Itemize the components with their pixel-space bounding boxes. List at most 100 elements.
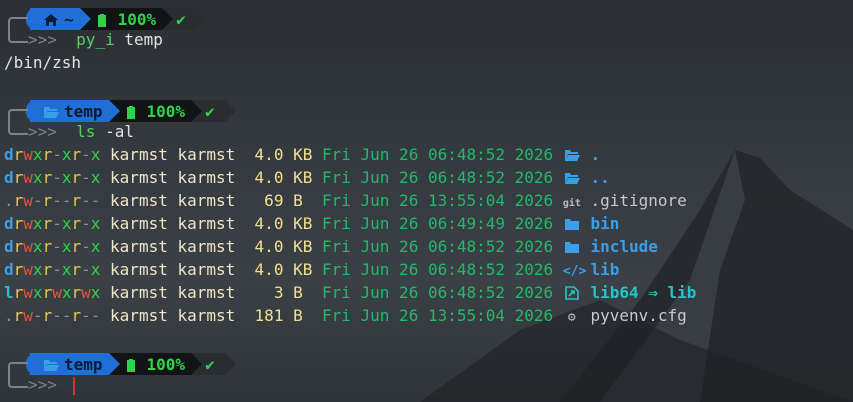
prompt-frame-line bbox=[8, 362, 28, 388]
prompt-dir-segment: temp bbox=[30, 100, 109, 122]
list-item[interactable]: drwxr-xr-x karmst karmst 4.0 KB Fri Jun … bbox=[4, 212, 619, 235]
file-size-unit: KB bbox=[283, 168, 313, 187]
symlink-icon bbox=[563, 281, 581, 304]
permissions: lrwxrwxrwx bbox=[4, 283, 101, 302]
file-size-unit: KB bbox=[283, 237, 313, 256]
prompt-dir: temp bbox=[64, 354, 103, 374]
permissions: drwxr-xr-x bbox=[4, 145, 101, 164]
file-size-unit: B bbox=[283, 306, 313, 325]
file-name: lib bbox=[580, 260, 620, 279]
prompt-battery-segment: 100% bbox=[108, 100, 192, 122]
prompt-battery-segment: 100% bbox=[108, 353, 192, 376]
list-item[interactable]: .rw-r--r-- karmst karmst 181 B Fri Jun 2… bbox=[4, 304, 687, 327]
file-size: 4.0 bbox=[235, 260, 284, 279]
list-item[interactable]: drwxr-xr-x karmst karmst 4.0 KB Fri Jun … bbox=[4, 166, 610, 189]
battery-level: 100% bbox=[146, 101, 186, 121]
file-group: karmst bbox=[167, 214, 236, 233]
command-line[interactable]: >>> ls -al bbox=[28, 120, 134, 143]
file-size-unit: B bbox=[283, 283, 313, 302]
file-owner: karmst bbox=[100, 260, 168, 279]
file-group: karmst bbox=[167, 260, 236, 279]
file-group: karmst bbox=[167, 145, 236, 164]
file-date: Fri Jun 26 13:55:04 2026 bbox=[312, 191, 563, 210]
file-owner: karmst bbox=[100, 283, 168, 302]
file-size: 69 bbox=[235, 191, 284, 210]
list-item[interactable]: drwxr-xr-x karmst karmst 4.0 KB Fri Jun … bbox=[4, 258, 619, 281]
file-name: .gitignore bbox=[580, 191, 687, 210]
file-owner: karmst bbox=[100, 145, 168, 164]
file-group: karmst bbox=[167, 283, 236, 302]
file-owner: karmst bbox=[100, 191, 168, 210]
segment-arrow bbox=[108, 100, 120, 122]
file-date: Fri Jun 26 06:48:52 2026 bbox=[312, 283, 563, 302]
permissions: drwxr-xr-x bbox=[4, 214, 101, 233]
file-size-unit: KB bbox=[283, 214, 313, 233]
file-size-unit: KB bbox=[283, 145, 313, 164]
prompt-marker: >>> bbox=[28, 375, 57, 394]
command-line[interactable]: >>> bbox=[28, 373, 57, 396]
file-group: karmst bbox=[167, 306, 236, 325]
list-item[interactable]: .rw-r--r-- karmst karmst 69 B Fri Jun 26… bbox=[4, 189, 687, 212]
file-size: 4.0 bbox=[235, 237, 284, 256]
battery-level: 100% bbox=[146, 354, 186, 374]
status-check: ✔ bbox=[176, 9, 186, 29]
file-size-unit: KB bbox=[283, 260, 313, 279]
prompt-marker: >>> bbox=[28, 30, 57, 49]
folder-icon bbox=[563, 235, 581, 258]
segment-arrow bbox=[195, 8, 207, 30]
status-check: ✔ bbox=[205, 101, 215, 121]
segment-arrow bbox=[224, 100, 236, 122]
segment-arrow bbox=[108, 353, 120, 375]
list-item[interactable]: lrwxrwxrwx karmst karmst 3 B Fri Jun 26 … bbox=[4, 281, 696, 304]
command-output: /bin/zsh bbox=[4, 53, 82, 72]
file-date: Fri Jun 26 13:55:04 2026 bbox=[312, 306, 563, 325]
file-name: pyvenv.cfg bbox=[580, 306, 687, 325]
segment-arrow bbox=[79, 8, 91, 30]
command-line[interactable]: >>> py_i temp bbox=[28, 28, 163, 51]
file-date: Fri Jun 26 06:48:52 2026 bbox=[312, 145, 563, 164]
status-check: ✔ bbox=[205, 354, 215, 374]
file-owner: karmst bbox=[100, 306, 168, 325]
prompt-marker: >>> bbox=[28, 122, 57, 141]
prompt-frame-line bbox=[8, 109, 28, 135]
file-group: karmst bbox=[167, 237, 236, 256]
file-size-unit: B bbox=[283, 191, 313, 210]
file-owner: karmst bbox=[100, 237, 168, 256]
permissions: drwxr-xr-x bbox=[4, 168, 101, 187]
segment-arrow bbox=[191, 353, 203, 375]
permissions: .rw-r--r-- bbox=[4, 306, 101, 325]
file-size: 3 bbox=[235, 283, 284, 302]
file-name: . bbox=[580, 145, 601, 164]
gear-icon: ⚙ bbox=[567, 310, 576, 325]
list-item[interactable]: drwxr-xr-x karmst karmst 4.0 KB Fri Jun … bbox=[4, 143, 600, 166]
file-date: Fri Jun 26 06:48:52 2026 bbox=[312, 237, 563, 256]
terminal[interactable]: ~100% ✔ >>> py_i temp/bin/zsh temp 100% ✔ >>> … bbox=[0, 0, 853, 402]
permissions: drwxr-xr-x bbox=[4, 260, 101, 279]
segment-arrow bbox=[224, 353, 236, 375]
file-owner: karmst bbox=[100, 168, 168, 187]
file-name: include bbox=[580, 237, 658, 256]
prompt-dir-segment: ~ bbox=[30, 8, 80, 30]
file-date: Fri Jun 26 06:48:52 2026 bbox=[312, 260, 563, 279]
file-name: lib64 ⇒ lib bbox=[580, 283, 697, 302]
battery-icon bbox=[123, 353, 141, 376]
permissions: .rw-r--r-- bbox=[4, 191, 101, 210]
text-cursor bbox=[73, 377, 75, 395]
command-args: temp bbox=[114, 30, 163, 49]
prompt-frame-line bbox=[8, 17, 28, 43]
folder-open-icon bbox=[563, 143, 581, 166]
list-item[interactable]: drwxr-xr-x karmst karmst 4.0 KB Fri Jun … bbox=[4, 235, 658, 258]
file-group: karmst bbox=[167, 168, 236, 187]
segment-arrow bbox=[191, 100, 203, 122]
permissions: drwxr-xr-x bbox=[4, 237, 101, 256]
file-size: 4.0 bbox=[235, 168, 284, 187]
folder-open-icon bbox=[563, 166, 581, 189]
file-group: karmst bbox=[167, 191, 236, 210]
file-name: .. bbox=[580, 168, 610, 187]
file-name: bin bbox=[580, 214, 620, 233]
file-size: 4.0 bbox=[235, 145, 284, 164]
command-name: py_i bbox=[56, 30, 115, 49]
command-args: -al bbox=[95, 122, 134, 141]
file-date: Fri Jun 26 06:48:52 2026 bbox=[312, 168, 563, 187]
file-date: Fri Jun 26 06:49:49 2026 bbox=[312, 214, 563, 233]
